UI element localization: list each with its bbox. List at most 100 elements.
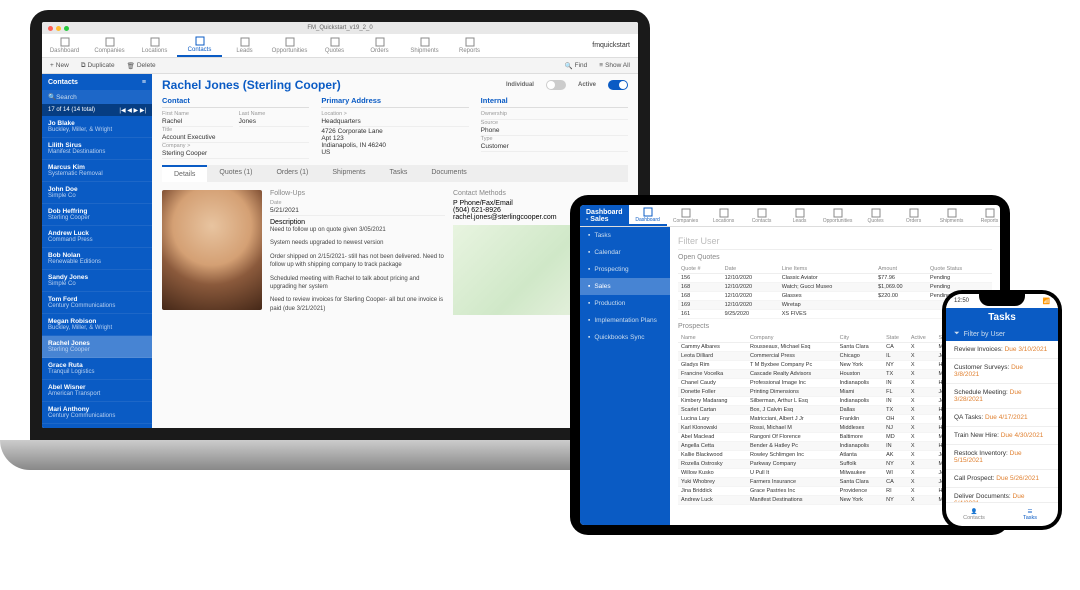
duplicate-button[interactable]: ⧉ Duplicate (81, 62, 115, 70)
tablet-nav-reports[interactable]: Reports (971, 205, 1000, 226)
individual-toggle[interactable] (546, 80, 566, 90)
sidebar-contact[interactable]: Dob HeffringSterling Cooper (42, 204, 152, 226)
tablet-nav-shipments[interactable]: Shipments (933, 205, 971, 226)
contacts-sidebar: Contacts ≡ 🔍 Search 17 of 14 (14 total) … (42, 74, 152, 428)
sidebar-contact[interactable]: Tom FordCentury Communications (42, 292, 152, 314)
nav-tab-shipments[interactable]: Shipments (402, 34, 447, 57)
nav-tab-reports[interactable]: Reports (447, 34, 492, 57)
task-item[interactable]: Call Prospect: Due 5/26/2021 (946, 470, 1058, 488)
title-field[interactable]: Account Executive (162, 133, 309, 143)
search-input[interactable]: 🔍 Search (42, 90, 152, 104)
task-item[interactable]: QA Tasks: Due 4/17/2021 (946, 409, 1058, 427)
task-list: Review Invoices: Due 3/10/2021Customer S… (946, 341, 1058, 502)
tablet-side-item[interactable]: ▪Implementation Plans (580, 312, 670, 329)
dashboard-title: Dashboard - Sales (580, 205, 629, 226)
tablet-side-item[interactable]: ▪Production (580, 295, 670, 312)
laptop-device: FM_Quickstart_v19_2_0 DashboardCompanies… (30, 10, 650, 480)
tablet-nav-companies[interactable]: Companies (667, 205, 705, 226)
tablet-nav-leads[interactable]: Leads (781, 205, 819, 226)
sub-tab[interactable]: Orders (1) (264, 165, 320, 182)
task-item[interactable]: Review Invoices: Due 3/10/2021 (946, 341, 1058, 359)
phone-app: 12:50 📶 Tasks ⏷ Filter by User Review In… (946, 294, 1058, 526)
sidebar-header: Contacts ≡ (42, 74, 152, 90)
nav-tab-locations[interactable]: Locations (132, 34, 177, 57)
nav-tab-quotes[interactable]: Quotes (312, 34, 357, 57)
sidebar-contact[interactable]: Abel WisnerAmerican Transport (42, 380, 152, 402)
task-item[interactable]: Train New Hire: Due 4/30/2021 (946, 427, 1058, 445)
tablet-nav-orders[interactable]: Orders (895, 205, 933, 226)
phone-device: 12:50 📶 Tasks ⏷ Filter by User Review In… (942, 290, 1062, 530)
nav-tab-orders[interactable]: Orders (357, 34, 402, 57)
pager-nav[interactable]: |◀ ◀ ▶ ▶| (119, 107, 146, 114)
phone-tabbar: 👤Contacts☰Tasks (946, 502, 1058, 526)
tablet-side-item[interactable]: ▪Sales (580, 278, 670, 295)
phone-tab-contacts[interactable]: 👤Contacts (946, 503, 1002, 526)
show-all-button[interactable]: ≡ Show All (599, 62, 630, 69)
tablet-nav-quotes[interactable]: Quotes (857, 205, 895, 226)
sidebar-contact[interactable]: Rachel JonesSterling Cooper (42, 336, 152, 358)
phone-title: Tasks (946, 308, 1058, 327)
last-name-field[interactable]: Jones (239, 117, 310, 127)
tablet-nav-dashboard[interactable]: Dashboard (629, 205, 667, 226)
tablet-side-item[interactable]: ▪Tasks (580, 227, 670, 244)
filter-user-input[interactable]: Filter User (678, 233, 992, 250)
sidebar-contact[interactable]: Lilith SirusManifest Destinations (42, 138, 152, 160)
followup-notes: Need to follow up on quote given 3/05/20… (270, 226, 445, 313)
source-field[interactable]: Phone (481, 126, 628, 136)
sub-tab[interactable]: Quotes (1) (207, 165, 264, 182)
sub-tab[interactable]: Documents (419, 165, 478, 182)
top-nav: DashboardCompaniesLocationsContactsLeads… (42, 34, 638, 58)
sidebar-contact[interactable]: Bob NolanRenewable Editions (42, 248, 152, 270)
sidebar-contact[interactable]: Mari AnthonyCentury Communications (42, 402, 152, 424)
tablet-sidebar: ▪Tasks▪Calendar▪Prospecting▪Sales▪Produc… (580, 227, 670, 525)
find-button[interactable]: 🔍 Find (565, 62, 588, 70)
active-toggle[interactable] (608, 80, 628, 90)
status-bar: 12:50 📶 (946, 294, 1058, 308)
sidebar-contact[interactable]: John DoeSimple Co (42, 182, 152, 204)
filter-by-user[interactable]: ⏷ Filter by User (946, 327, 1058, 341)
tablet-side-item[interactable]: ▪Calendar (580, 244, 670, 261)
sub-tab[interactable]: Details (162, 165, 207, 182)
toolbar: + New ⧉ Duplicate 🗑 Delete 🔍 Find ≡ Show… (42, 58, 638, 74)
tablet-side-item[interactable]: ▪Quickbooks Sync (580, 329, 670, 346)
sidebar-contact[interactable]: Megan RobisonBuckley, Miller, & Wright (42, 314, 152, 336)
task-item[interactable]: Restock Inventory: Due 5/15/2021 (946, 445, 1058, 470)
sidebar-contact[interactable]: Andrew LuckCommand Press (42, 226, 152, 248)
task-item[interactable]: Schedule Meeting: Due 3/28/2021 (946, 384, 1058, 409)
sidebar-contact[interactable]: Marcus KimSystematic Removal (42, 160, 152, 182)
nav-tab-opportunities[interactable]: Opportunities (267, 34, 312, 57)
filter-icon: ⏷ (954, 330, 960, 338)
company-field[interactable]: Sterling Cooper (162, 149, 309, 159)
tablet-nav-locations[interactable]: Locations (705, 205, 743, 226)
nav-tab-dashboard[interactable]: Dashboard (42, 34, 87, 57)
menu-icon[interactable]: ≡ (142, 79, 146, 86)
new-button[interactable]: + New (50, 62, 69, 69)
contact-photo (162, 190, 262, 310)
first-name-field[interactable]: Rachel (162, 117, 233, 127)
nav-tab-contacts[interactable]: Contacts (177, 34, 222, 57)
window-title: FM_Quickstart_v19_2_0 (307, 25, 372, 31)
sidebar-contact[interactable]: Grace RutaTranquil Logistics (42, 358, 152, 380)
tablet-app: Dashboard - Sales DashboardCompaniesLoca… (580, 205, 1000, 525)
tablet-nav-contacts[interactable]: Contacts (743, 205, 781, 226)
nav-tab-leads[interactable]: Leads (222, 34, 267, 57)
followup-date[interactable]: 5/21/2021 (270, 206, 445, 216)
nav-tab-companies[interactable]: Companies (87, 34, 132, 57)
tablet-side-item[interactable]: ▪Prospecting (580, 261, 670, 278)
delete-button[interactable]: 🗑 Delete (127, 62, 156, 70)
task-item[interactable]: Deliver Documents: Due 6/4/2021 (946, 488, 1058, 502)
sidebar-contact[interactable]: Jo BlakeBuckley, Miller, & Wright (42, 116, 152, 138)
record-counter: 17 of 14 (14 total) |◀ ◀ ▶ ▶| (42, 104, 152, 116)
location-field[interactable]: Headquarters (321, 117, 468, 127)
task-item[interactable]: Customer Surveys: Due 3/8/2021 (946, 359, 1058, 384)
sub-tab[interactable]: Shipments (320, 165, 377, 182)
tablet-nav-opportunities[interactable]: Opportunities (819, 205, 857, 226)
phone-tab-tasks[interactable]: ☰Tasks (1002, 503, 1058, 526)
table-row[interactable]: 15612/10/2020Classic Aviator$77.96Pendin… (678, 274, 992, 283)
sub-tab[interactable]: Tasks (377, 165, 419, 182)
table-row[interactable]: 16812/10/2020Watch; Gucci Museo$1,069.00… (678, 283, 992, 292)
sidebar-contact[interactable]: Sandy JonesSimple Co (42, 270, 152, 292)
window-titlebar: FM_Quickstart_v19_2_0 (42, 22, 638, 34)
detail-tabs: DetailsQuotes (1)Orders (1)ShipmentsTask… (162, 165, 628, 182)
type-field[interactable]: Customer (481, 142, 628, 152)
